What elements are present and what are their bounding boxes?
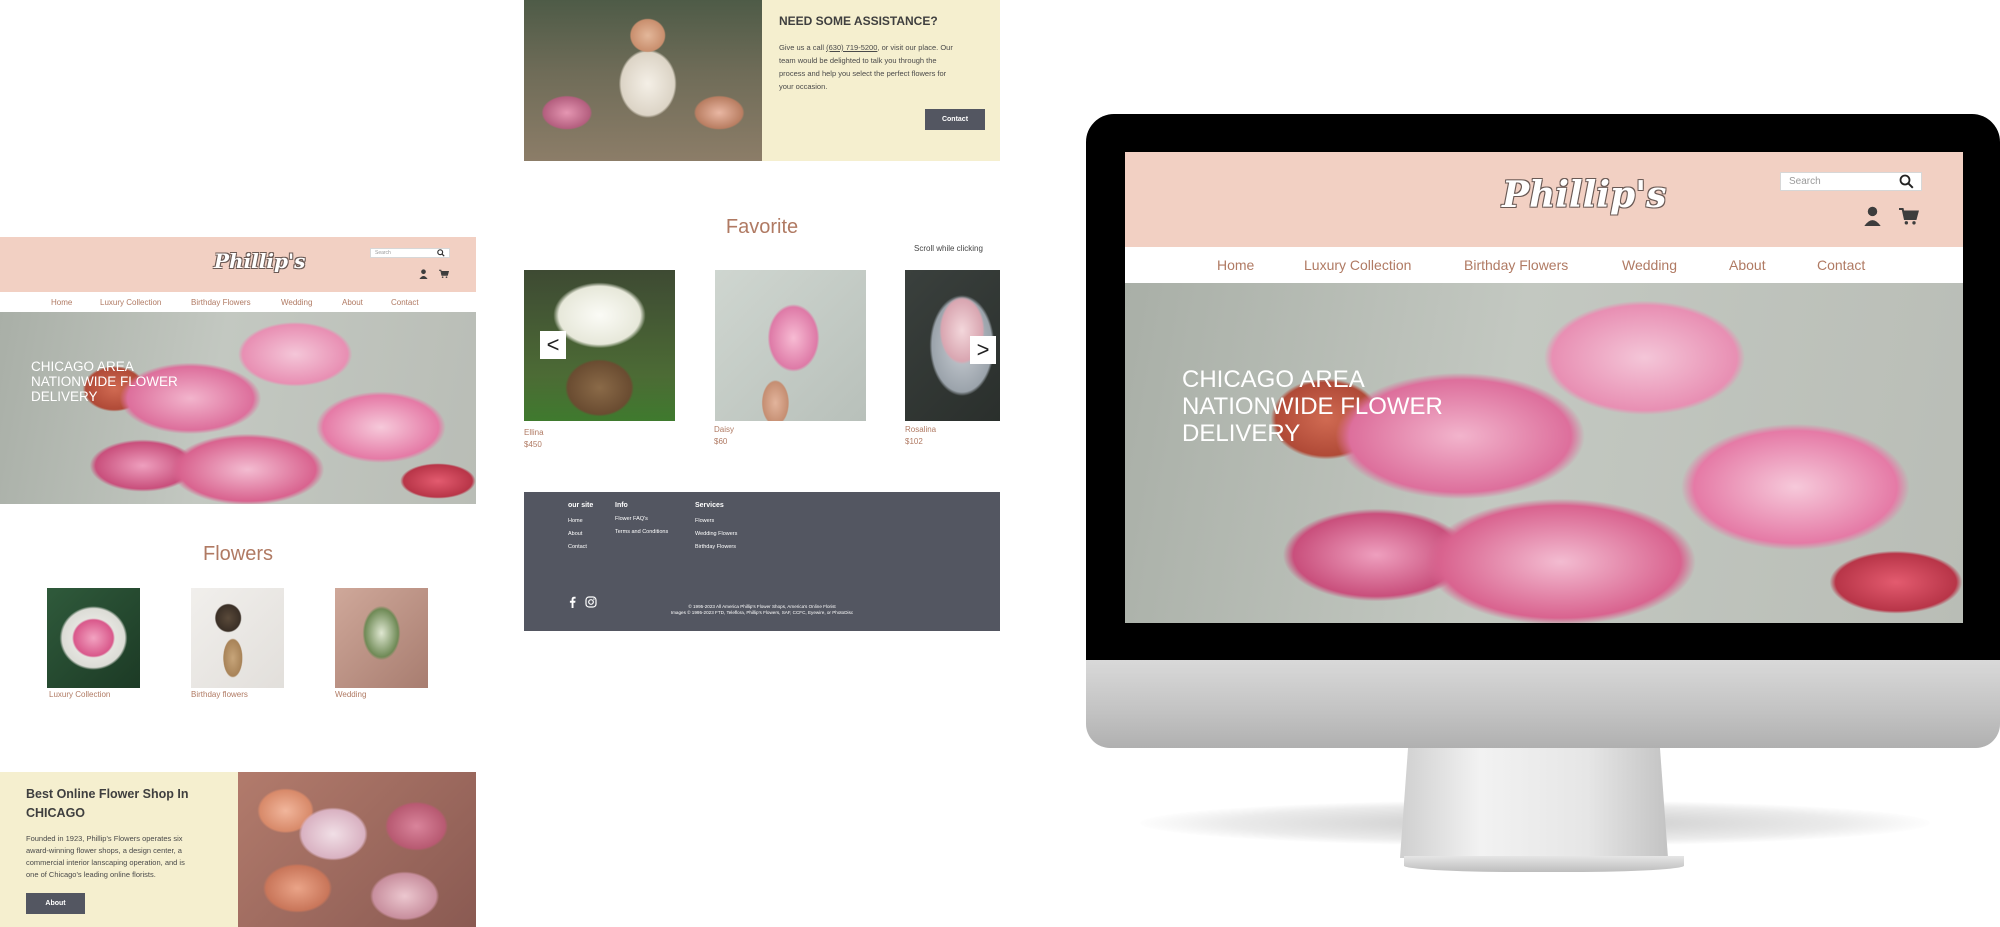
assistance-text: Give us a call <box>779 43 827 52</box>
nav-contact[interactable]: Contact <box>1817 257 1865 273</box>
scroll-hint: Scroll while clicking <box>914 244 983 253</box>
description-line: commercial interior lanscaping operation… <box>26 858 185 867</box>
category-luxury-collection-image[interactable] <box>47 588 140 688</box>
nav-wedding[interactable]: Wedding <box>1622 257 1677 273</box>
flowers-section-title: Flowers <box>202 543 273 565</box>
assistance-section: NEED SOME ASSISTANCE? Give us a call (63… <box>762 0 1000 161</box>
footer-link-wedding-flowers[interactable]: Wedding Flowers <box>695 531 737 537</box>
category-label[interactable]: Birthday flowers <box>191 690 248 699</box>
category-birthday-flowers-image[interactable] <box>191 588 284 688</box>
user-icon[interactable] <box>1863 206 1882 226</box>
favorite-item-price: $60 <box>714 437 728 446</box>
assistance-line: your occasion. <box>779 82 828 91</box>
brand-logo[interactable]: Phillip's <box>1502 174 1666 216</box>
best-shop-title: Best Online Flower Shop In <box>26 787 189 801</box>
hero-line: DELIVERY <box>31 389 98 405</box>
desktop-header: Phillip's Search <box>1125 152 1963 247</box>
legal-line: Images © 1995-2023 FTD, Teleflora, Phill… <box>670 610 854 615</box>
footer-link-about[interactable]: About <box>568 531 582 537</box>
favorite-item-name[interactable]: Rosalina <box>905 425 936 434</box>
footer-legal: © 1995-2023 All America Phillip's Flower… <box>662 604 862 616</box>
desktop-nav: Home Luxury Collection Birthday Flowers … <box>1125 247 1963 283</box>
hero-line: NATIONWIDE FLOWER <box>31 374 178 390</box>
nav-luxury-collection[interactable]: Luxury Collection <box>100 298 161 307</box>
monitor-stand-base <box>1404 856 1684 872</box>
assistance-title: NEED SOME ASSISTANCE? <box>779 14 938 28</box>
favorite-item-price: $450 <box>524 440 542 449</box>
hero-line: DELIVERY <box>1182 419 1301 447</box>
favorite-section-title: Favorite <box>725 216 799 238</box>
site-footer: our site Home About Contact Info Flower … <box>524 492 1000 631</box>
footer-link-contact[interactable]: Contact <box>568 544 587 550</box>
hero-banner: CHICAGO AREA NATIONWIDE FLOWER DELIVERY <box>1125 283 1963 623</box>
best-shop-description: Founded in 1923, Phillip's Flowers opera… <box>26 833 185 881</box>
assistance-text: , or visit our place. Our <box>877 43 953 52</box>
nav-home[interactable]: Home <box>51 298 72 307</box>
instagram-icon[interactable] <box>585 596 597 608</box>
favorite-item-name[interactable]: Ellina <box>524 428 544 437</box>
facebook-icon[interactable] <box>569 596 576 608</box>
hero-heading: CHICAGO AREA NATIONWIDE FLOWER DELIVERY <box>31 359 178 404</box>
description-line: one of Chicago's leading online florists… <box>26 870 156 879</box>
search-icon[interactable] <box>1899 174 1914 189</box>
search-icon[interactable] <box>437 249 445 257</box>
nav-about[interactable]: About <box>342 298 363 307</box>
contact-button[interactable]: Contact <box>925 109 985 130</box>
nav-wedding[interactable]: Wedding <box>281 298 312 307</box>
assistance-line: process and help you select the perfect … <box>779 69 947 78</box>
best-shop-title: CHICAGO <box>26 806 86 820</box>
footer-link-terms[interactable]: Terms and Conditions <box>615 529 668 535</box>
assistance-line: Give us a call (630) 719-5200, or visit … <box>779 41 953 54</box>
cart-icon[interactable] <box>439 269 449 279</box>
footer-link-faq[interactable]: Flower FAQ's <box>615 516 648 522</box>
favorite-item-image[interactable] <box>715 270 866 421</box>
best-shop-section: Best Online Flower Shop In CHICAGO Found… <box>0 772 238 927</box>
florist-photo <box>524 0 762 161</box>
footer-heading: Services <box>695 502 724 509</box>
description-line: Founded in 1923, Phillip's Flowers opera… <box>26 834 183 843</box>
favorite-item-price: $102 <box>905 437 923 446</box>
monitor-stand <box>1400 748 1668 858</box>
nav-birthday-flowers[interactable]: Birthday Flowers <box>191 298 251 307</box>
phone-link[interactable]: (630) 719-5200 <box>826 43 877 52</box>
footer-link-home[interactable]: Home <box>568 518 583 524</box>
mobile-nav: Home Luxury Collection Birthday Flowers … <box>0 292 476 312</box>
hero-heading: CHICAGO AREA NATIONWIDE FLOWER DELIVERY <box>1182 366 1443 448</box>
nav-contact[interactable]: Contact <box>391 298 419 307</box>
brand-logo[interactable]: Phillip's <box>214 249 305 273</box>
nav-luxury-collection[interactable]: Luxury Collection <box>1304 257 1411 273</box>
hero-line: CHICAGO AREA <box>31 359 134 374</box>
hero-line: CHICAGO AREA <box>1182 366 1365 393</box>
category-label[interactable]: Luxury Collection <box>49 690 110 699</box>
footer-heading: our site <box>568 502 594 509</box>
about-button[interactable]: About <box>26 893 85 914</box>
footer-link-birthday-flowers[interactable]: Birthday Flowers <box>695 544 736 550</box>
category-wedding-image[interactable] <box>335 588 428 688</box>
mobile-header: Phillip's Search <box>0 237 476 292</box>
description-line: award-winning flower shops, a design cen… <box>26 846 182 855</box>
nav-home[interactable]: Home <box>1217 257 1254 273</box>
carousel-prev-button[interactable]: < <box>540 331 566 359</box>
footer-link-flowers[interactable]: Flowers <box>695 518 714 524</box>
carousel-next-button[interactable]: > <box>970 336 996 364</box>
cart-icon[interactable] <box>1899 207 1919 226</box>
assistance-description: Give us a call (630) 719-5200, or visit … <box>779 41 953 93</box>
nav-birthday-flowers[interactable]: Birthday Flowers <box>1464 257 1568 273</box>
favorite-item-name[interactable]: Daisy <box>714 425 734 434</box>
category-label[interactable]: Wedding <box>335 690 366 699</box>
hero-line: NATIONWIDE FLOWER <box>1182 392 1443 420</box>
hero-banner: CHICAGO AREA NATIONWIDE FLOWER DELIVERY <box>0 312 476 504</box>
best-shop-photo <box>238 772 476 927</box>
assistance-line: team would be delighted to talk you thro… <box>779 56 937 65</box>
footer-heading: Info <box>615 502 628 509</box>
nav-about[interactable]: About <box>1729 257 1766 273</box>
monitor-chin <box>1086 660 2000 748</box>
user-icon[interactable] <box>419 269 428 279</box>
